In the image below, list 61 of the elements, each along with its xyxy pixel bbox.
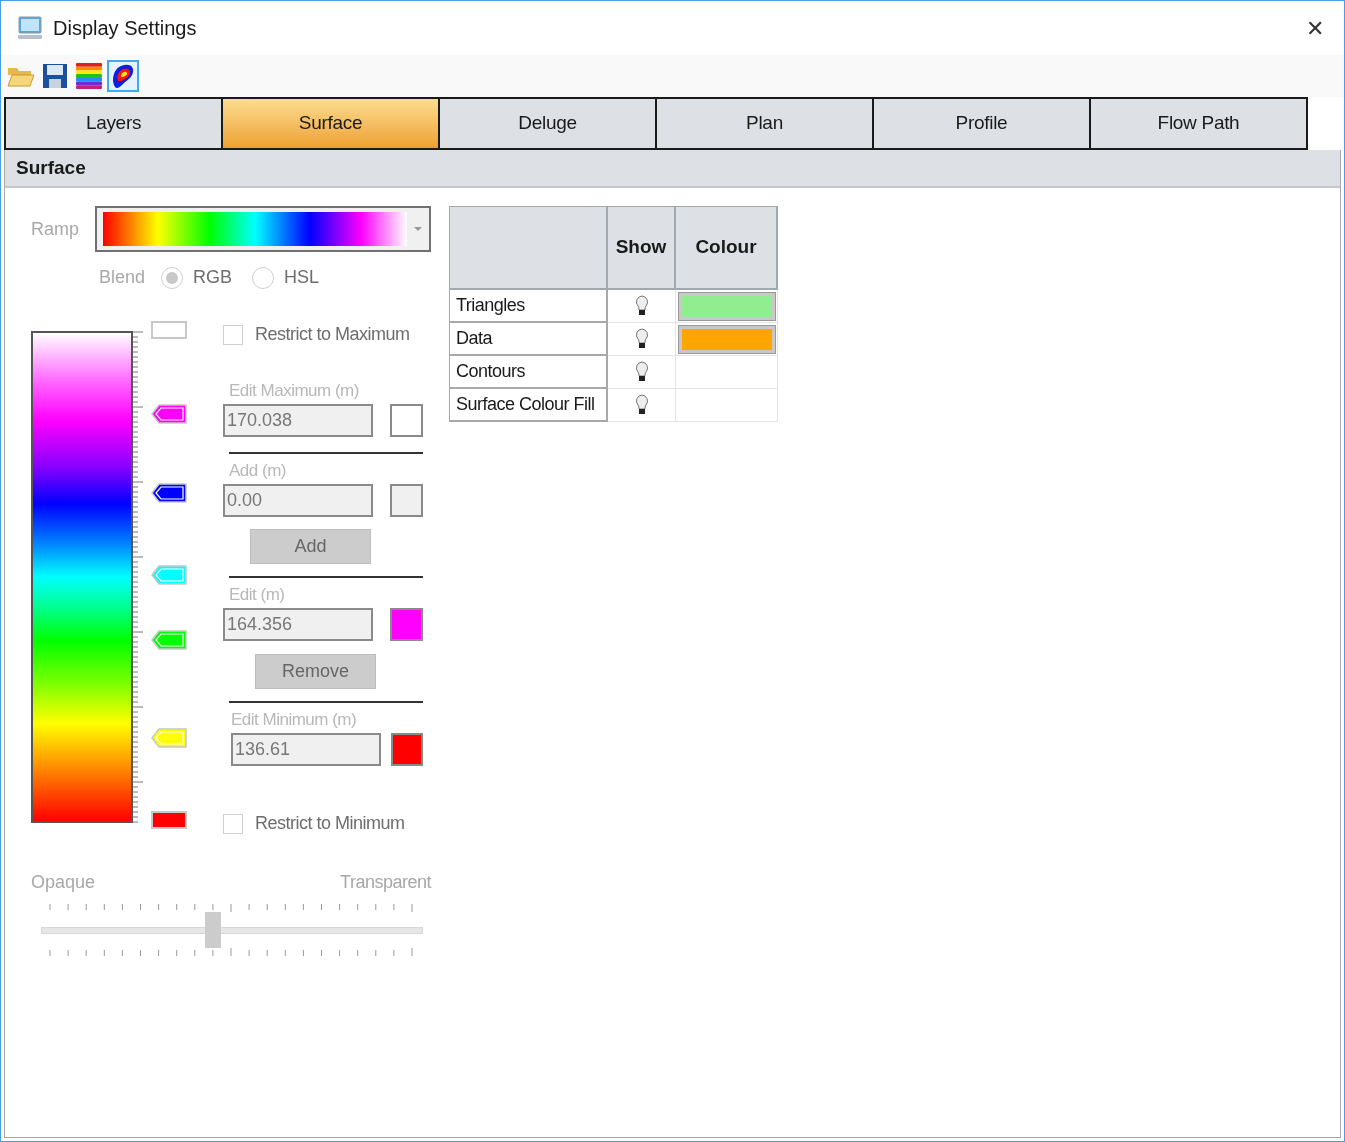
ramp-label: Ramp	[31, 217, 80, 241]
color-stop-marker[interactable]	[151, 630, 187, 650]
opacity-slider[interactable]	[41, 912, 423, 948]
column-header: Show	[608, 207, 676, 290]
field-label: Edit Maximum (m)	[229, 380, 360, 402]
color-swatch[interactable]	[391, 733, 423, 766]
field-label: Edit Minimum (m)	[231, 709, 358, 731]
value-field[interactable]: 0.00	[223, 484, 373, 517]
ramp-dropdown[interactable]	[95, 206, 431, 252]
table-cell: Surface Colour Fill	[450, 389, 608, 422]
contour-blob-icon[interactable]	[107, 60, 139, 92]
slider-thumb[interactable]	[204, 912, 221, 948]
section-header: Surface	[5, 150, 1340, 188]
color-stop-marker[interactable]	[151, 321, 187, 339]
checkbox-label: Restrict to Minimum	[255, 812, 405, 835]
color-swatch[interactable]	[678, 292, 775, 320]
color-stop-marker[interactable]	[151, 728, 187, 748]
tab[interactable]: Surface	[221, 97, 440, 150]
color-stop-marker[interactable]	[151, 483, 187, 503]
value-field[interactable]: 170.038	[223, 404, 373, 437]
radio-label: RGB	[193, 266, 233, 289]
tab[interactable]: Flow Path	[1089, 97, 1308, 150]
table-cell: Contours	[450, 356, 608, 389]
radio-button[interactable]	[252, 266, 275, 289]
lightbulb-icon[interactable]	[634, 394, 649, 416]
tab[interactable]: Layers	[4, 97, 223, 150]
remove-button[interactable]: Remove	[255, 654, 376, 689]
color-swatch[interactable]	[678, 325, 775, 353]
checkbox[interactable]	[223, 813, 243, 834]
value-field[interactable]: 164.356	[223, 608, 373, 641]
color-swatch[interactable]	[390, 484, 423, 517]
checkbox-label: Restrict to Maximum	[255, 323, 410, 346]
window-title: Display Settings	[53, 16, 197, 41]
rainbow-icon[interactable]	[73, 60, 105, 92]
slider-max-label: Transparent	[340, 871, 431, 894]
tab[interactable]: Plan	[655, 97, 874, 150]
column-header: Colour	[676, 207, 778, 290]
checkbox[interactable]	[223, 324, 243, 345]
blend-label: Blend	[99, 266, 146, 289]
radio-label: HSL	[284, 266, 320, 289]
lightbulb-icon[interactable]	[634, 361, 649, 383]
tab[interactable]: Deluge	[438, 97, 657, 150]
dropdown-caret-icon	[413, 226, 423, 232]
add-button[interactable]: Add	[250, 529, 371, 564]
color-swatch[interactable]	[390, 608, 423, 641]
radio-button[interactable]	[161, 266, 184, 289]
field-label: Add (m)	[229, 460, 287, 482]
monitor-app-icon	[17, 15, 43, 41]
lightbulb-icon[interactable]	[634, 295, 649, 317]
color-stop-marker[interactable]	[151, 404, 187, 424]
value-field[interactable]: 136.61	[231, 733, 381, 766]
lightbulb-icon[interactable]	[634, 328, 649, 350]
field-label: Edit (m)	[229, 584, 286, 606]
color-swatch[interactable]	[390, 404, 423, 437]
table-cell: Data	[450, 323, 608, 356]
slider-min-label: Opaque	[31, 871, 96, 894]
table-cell: Triangles	[450, 290, 608, 323]
color-stop-marker[interactable]	[151, 811, 187, 829]
tab[interactable]: Profile	[872, 97, 1091, 150]
close-button[interactable]: ✕	[1302, 11, 1328, 45]
color-stop-marker[interactable]	[151, 565, 187, 585]
